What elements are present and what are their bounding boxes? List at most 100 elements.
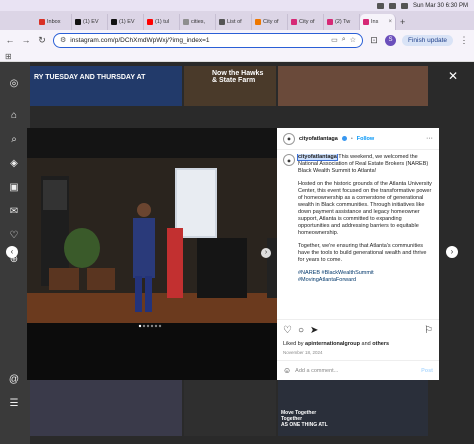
browser-tab[interactable]: (1) EV xyxy=(72,14,108,30)
caption-avatar[interactable]: ◉ xyxy=(283,154,295,166)
caption-paragraph-3: Together, we're ensuring that Atlanta's … xyxy=(298,243,427,263)
macos-menubar: Sun Mar 30 6:30 PM xyxy=(0,0,474,11)
more-options-icon[interactable]: ··· xyxy=(426,135,433,142)
cast-icon[interactable]: ▭ xyxy=(331,36,338,44)
post-details-panel: ◉ cityofatlantaga • Follow ··· ◉ cityofa… xyxy=(277,128,439,380)
instagram-page: ◎ ⌂ ⌕ ◈ ▣ ✉ ♡ ⊕ @ ☰ RY TUESDAY AND THURS… xyxy=(0,62,474,444)
browser-toolbar: ← → ↻ ⚙ instagram.com/p/DChXmdWpWxj/?img… xyxy=(0,30,474,50)
threads-icon[interactable]: @ xyxy=(8,374,20,386)
tab-label: City of xyxy=(263,19,279,25)
event-photo-illustration xyxy=(27,128,277,380)
extensions-icon[interactable]: ⊡ xyxy=(369,35,379,46)
tab-label: (1) EV xyxy=(119,19,135,25)
likes-and: and xyxy=(360,341,373,347)
grid-tile-6[interactable]: Move Together Together AS ONE THING ATL xyxy=(278,380,428,436)
profile-avatar[interactable]: S xyxy=(384,34,396,46)
tab-favicon-icon xyxy=(183,19,189,25)
share-icon[interactable]: ➤ xyxy=(310,325,318,336)
wifi-icon xyxy=(388,2,396,9)
post-header: ◉ cityofatlantaga • Follow ··· xyxy=(277,128,439,150)
post-username[interactable]: cityofatlantaga xyxy=(299,136,338,142)
previous-post-arrow-icon[interactable]: ‹ xyxy=(6,246,18,258)
like-heart-icon[interactable]: ♡ xyxy=(283,325,292,336)
menubar-datetime: Sun Mar 30 6:30 PM xyxy=(412,2,468,9)
tab-label: (1) EV xyxy=(83,19,99,25)
tab-label: cities, xyxy=(191,19,206,25)
browser-tab[interactable]: (1) EV xyxy=(108,14,144,30)
tab-favicon-icon xyxy=(291,19,297,25)
post-caption: ◉ cityofatlantaga This weekend, we welco… xyxy=(283,154,433,306)
tab-label: (2) Tw xyxy=(335,19,351,25)
tab-favicon-icon xyxy=(219,19,225,25)
search-icon xyxy=(400,2,408,9)
more-menu-icon[interactable]: ☰ xyxy=(8,398,20,410)
url-text[interactable]: instagram.com/p/DChXmdWpWxj/?img_index=1 xyxy=(70,37,327,44)
browser-tab[interactable]: City of xyxy=(252,14,288,30)
comment-icon[interactable]: ○ xyxy=(298,325,304,336)
menu-kebab-icon[interactable]: ⋮ xyxy=(459,35,469,46)
likes-others-link[interactable]: others xyxy=(372,341,389,347)
forward-arrow-icon[interactable]: → xyxy=(21,35,31,45)
browser-tab[interactable]: List of xyxy=(216,14,252,30)
grid-tile-2-text: Now the Hawks & State Farm xyxy=(212,70,264,84)
post-date[interactable]: November 18, 2024 xyxy=(283,350,323,355)
browser-tab[interactable]: (1) tul xyxy=(144,14,180,30)
tab-favicon-icon xyxy=(111,19,117,25)
browser-tab[interactable]: Ins × xyxy=(360,14,396,30)
follow-button[interactable]: Follow xyxy=(357,136,374,142)
grid-tile-1-text: RY TUESDAY AND THURSDAY AT xyxy=(34,74,146,81)
finish-update-button[interactable]: Finish update xyxy=(401,34,453,46)
battery-icon xyxy=(376,2,384,9)
comment-input[interactable]: Add a comment... xyxy=(295,368,338,374)
emoji-icon[interactable]: ☺ xyxy=(283,366,291,375)
notifications-heart-icon[interactable]: ♡ xyxy=(8,230,20,242)
next-photo-arrow-icon[interactable]: › xyxy=(261,248,271,258)
save-bookmark-icon[interactable]: ⚐ xyxy=(424,325,433,336)
site-info-icon[interactable]: ⚙ xyxy=(60,36,66,44)
back-arrow-icon[interactable]: ← xyxy=(5,35,15,45)
tab-label: Ins xyxy=(371,19,379,25)
caption-paragraph-2: Hosted on the historic grounds of the At… xyxy=(298,181,432,236)
tab-favicon-icon xyxy=(147,19,153,25)
caption-username[interactable]: cityofatlantaga xyxy=(297,154,338,161)
tab-favicon-icon xyxy=(327,19,333,25)
likes-user-link[interactable]: apinternationalgroup xyxy=(305,341,360,347)
grid-tile-5[interactable] xyxy=(184,380,276,436)
post-photo: › xyxy=(27,128,277,380)
account-avatar[interactable]: ◉ xyxy=(283,132,295,145)
grid-tile-4[interactable] xyxy=(30,380,182,436)
browser-tab[interactable]: (2) Tw xyxy=(324,14,360,30)
zoom-icon[interactable]: ⌕ xyxy=(342,36,346,44)
explore-icon[interactable]: ◈ xyxy=(8,158,20,170)
comment-box: ☺ Add a comment... Post xyxy=(277,360,439,380)
tab-favicon-icon xyxy=(39,19,45,25)
reels-icon[interactable]: ▣ xyxy=(8,182,20,194)
tab-label: (1) tul xyxy=(155,19,170,25)
close-post-icon[interactable]: ✕ xyxy=(448,69,458,83)
caption-hashtags[interactable]: #NAREB #BlackWealthSummit #MovingAtlanta… xyxy=(298,270,433,284)
post-comment-button[interactable]: Post xyxy=(421,368,433,374)
browser-tab[interactable]: cities, xyxy=(180,14,216,30)
tab-strip: Inbox (1) EV (1) EV (1) tul cities, List of Ci… xyxy=(0,11,474,30)
messages-icon[interactable]: ✉ xyxy=(8,206,20,218)
apps-grid-icon[interactable]: ⊞ xyxy=(5,52,12,61)
search-icon[interactable]: ⌕ xyxy=(8,134,20,146)
grid-tile-2[interactable]: Now the Hawks & State Farm xyxy=(184,66,276,106)
address-bar[interactable]: ⚙ instagram.com/p/DChXmdWpWxj/?img_index… xyxy=(53,32,363,48)
tab-favicon-icon xyxy=(255,19,261,25)
new-tab-icon[interactable]: + xyxy=(396,17,409,30)
bookmarks-bar: ⊞ xyxy=(0,50,474,62)
browser-tab[interactable]: Inbox xyxy=(36,14,72,30)
close-tab-icon[interactable]: × xyxy=(388,19,392,25)
grid-tile-1[interactable]: RY TUESDAY AND THURSDAY AT xyxy=(30,66,182,106)
instagram-logo-icon[interactable]: ◎ xyxy=(8,78,20,90)
tab-label: City of xyxy=(299,19,315,25)
browser-tab[interactable]: City of xyxy=(288,14,324,30)
caption-text: cityofatlantaga This weekend, we welcome… xyxy=(297,154,433,306)
grid-tile-3[interactable] xyxy=(278,66,428,106)
reload-icon[interactable]: ↻ xyxy=(37,35,47,46)
post-actions: ♡ ○ ➤ ⚐ Liked by apinternationalgroup an… xyxy=(277,319,439,379)
next-post-arrow-icon[interactable]: › xyxy=(446,246,458,258)
bookmark-star-icon[interactable]: ☆ xyxy=(350,36,356,44)
home-icon[interactable]: ⌂ xyxy=(8,110,20,122)
